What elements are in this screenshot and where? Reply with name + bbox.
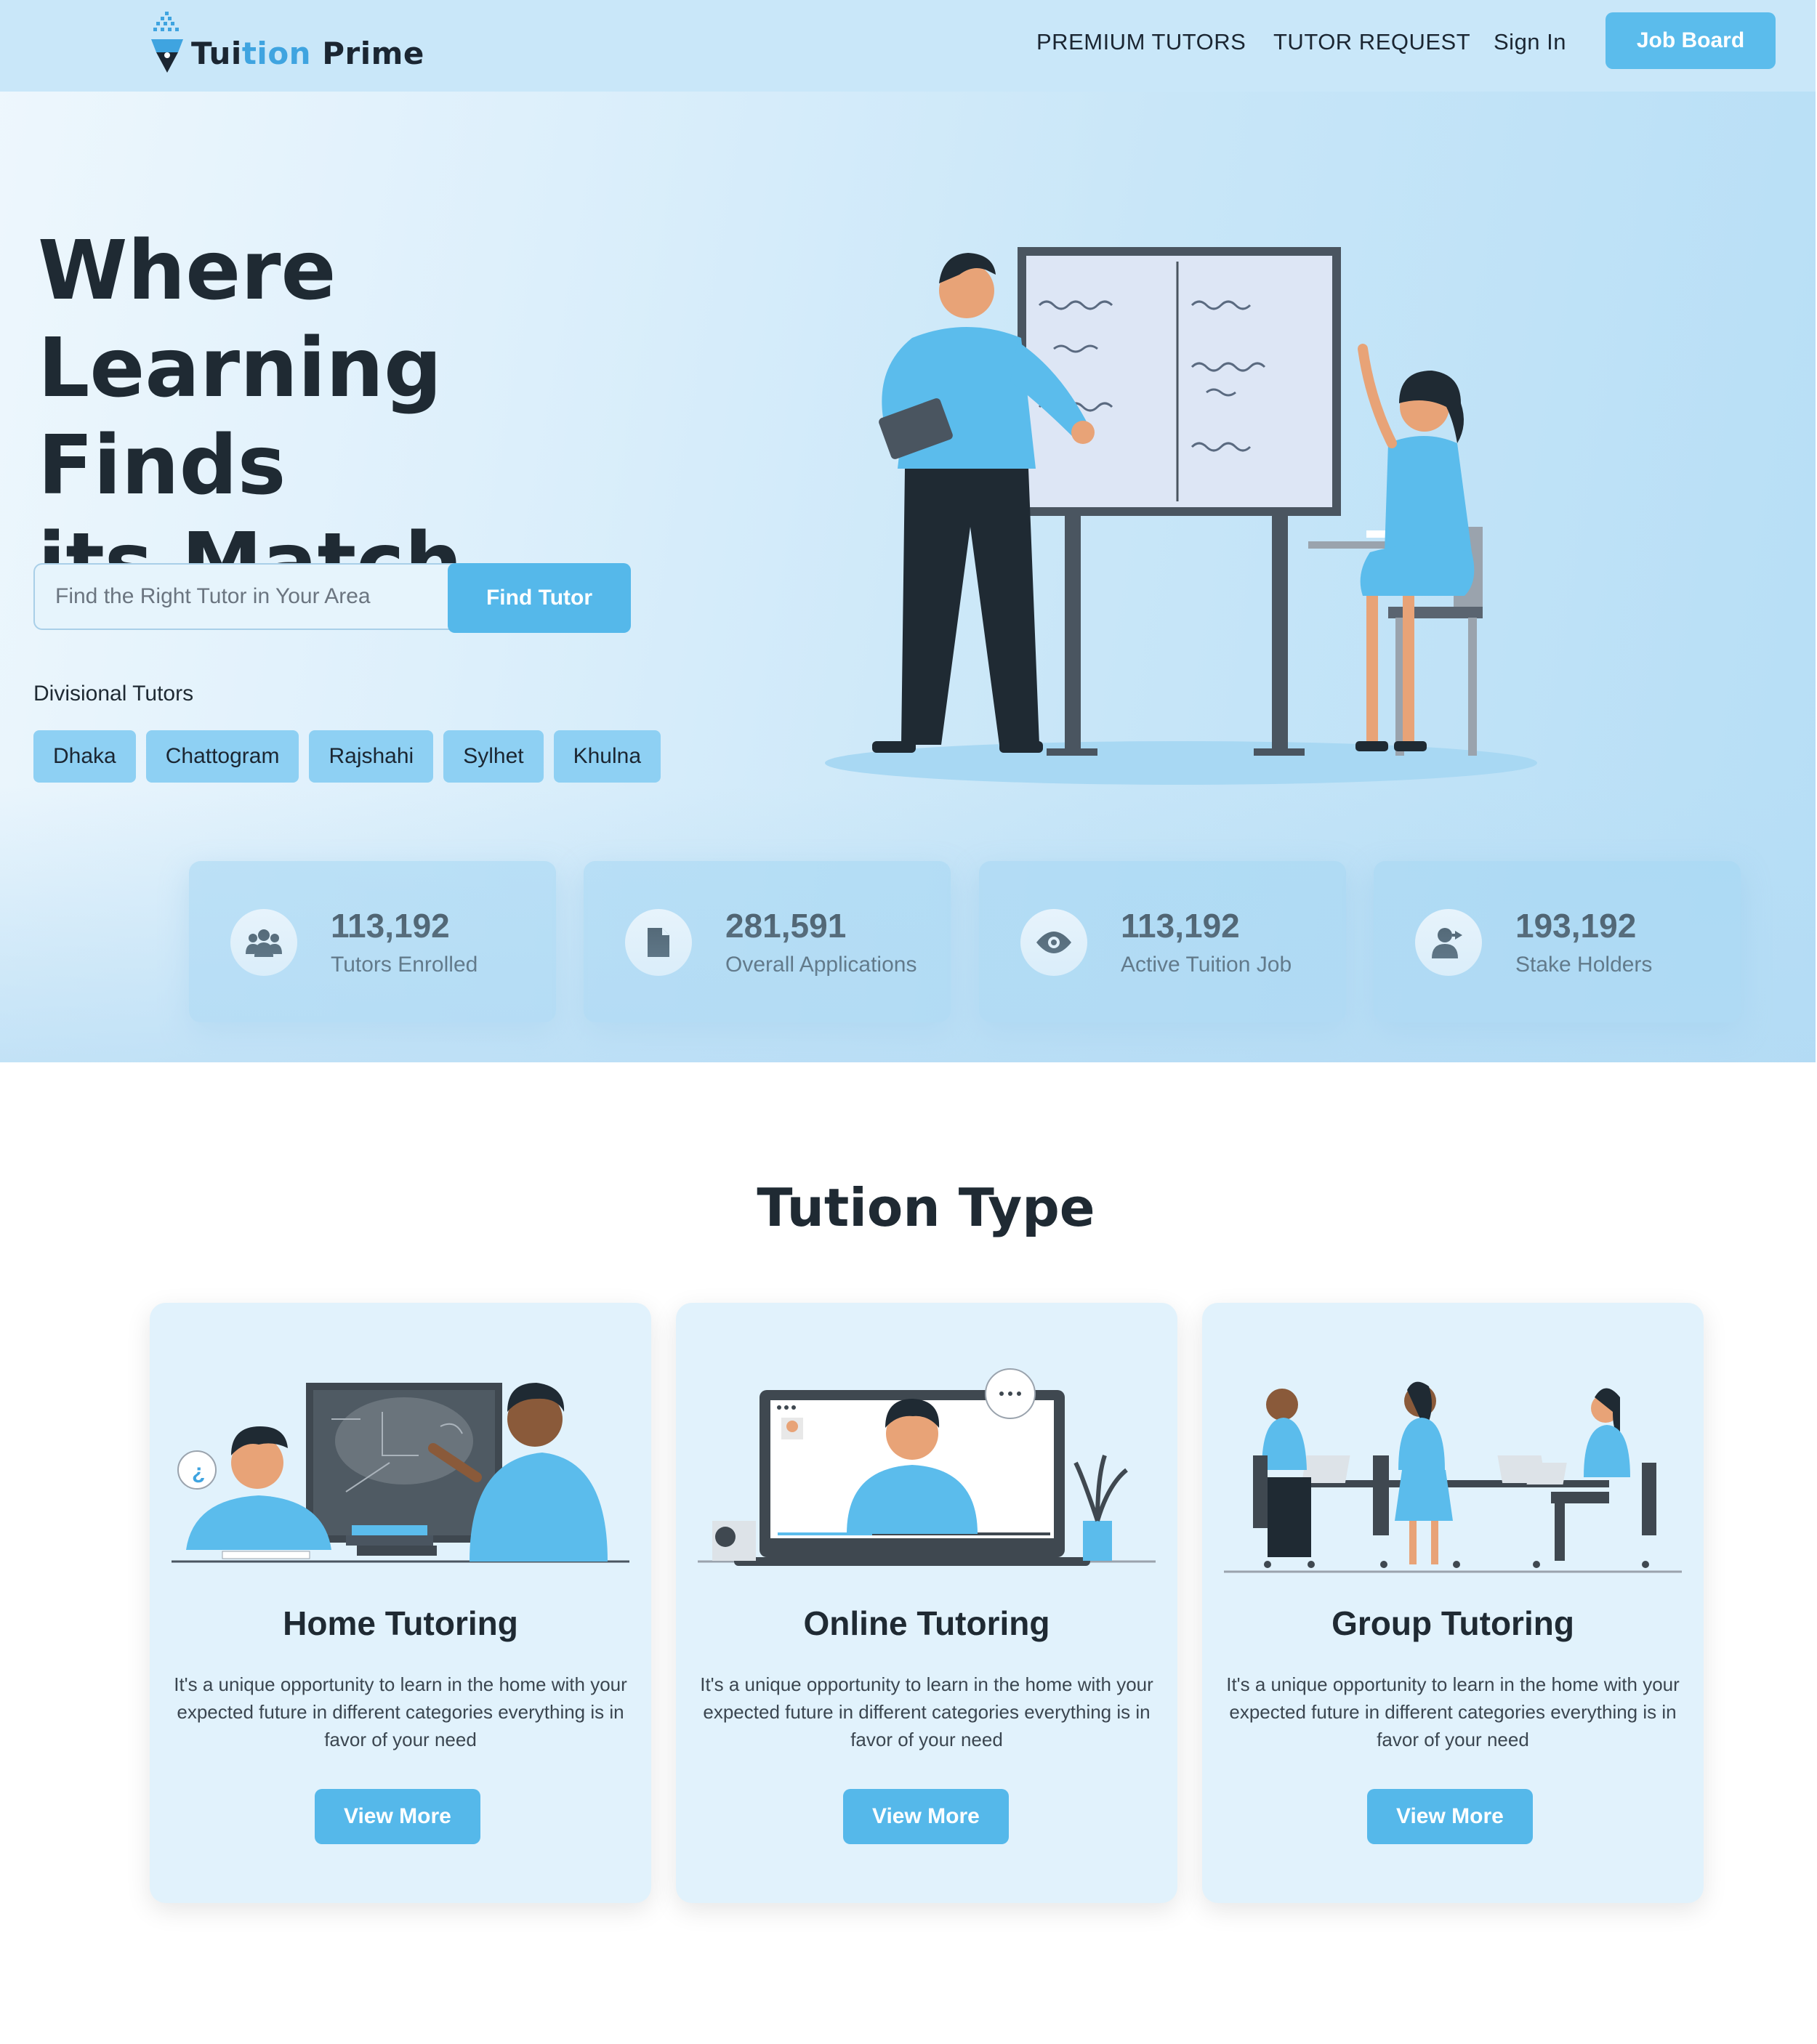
navbar: Tuition Prime PREMIUM TUTORS TUTOR REQUE… bbox=[0, 0, 1816, 92]
teacher-student-illustration bbox=[825, 247, 1537, 785]
division-chip-dhaka[interactable]: Dhaka bbox=[33, 730, 136, 783]
tuition-type-title: Tution Type bbox=[757, 1177, 1095, 1238]
nav-premium-tutors[interactable]: PREMIUM TUTORS bbox=[1036, 29, 1246, 55]
stat-card-active-tuition-job: 113,192 Active Tuition Job bbox=[979, 861, 1346, 1022]
stat-label: Active Tuition Job bbox=[1121, 953, 1292, 977]
stat-value: 113,192 bbox=[331, 907, 450, 945]
logo-icon bbox=[151, 12, 183, 73]
logo[interactable]: Tuition Prime bbox=[149, 10, 425, 76]
stat-label: Tutors Enrolled bbox=[331, 953, 478, 977]
view-more-button[interactable]: View More bbox=[315, 1789, 480, 1844]
stat-card-tutors-enrolled: 113,192 Tutors Enrolled bbox=[189, 861, 556, 1022]
hero-section: Tuition Prime PREMIUM TUTORS TUTOR REQUE… bbox=[0, 0, 1816, 1062]
division-chip-rajshahi[interactable]: Rajshahi bbox=[309, 730, 434, 783]
users-icon bbox=[230, 909, 297, 976]
nav-sign-in[interactable]: Sign In bbox=[1494, 29, 1566, 55]
user-share-icon bbox=[1415, 909, 1482, 976]
division-chip-chattogram[interactable]: Chattogram bbox=[145, 730, 299, 783]
division-chip-sylhet[interactable]: Sylhet bbox=[443, 730, 544, 783]
stat-value: 281,591 bbox=[725, 907, 847, 945]
search-input[interactable] bbox=[33, 563, 477, 630]
card-title: Group Tutoring bbox=[1331, 1604, 1574, 1642]
home-tutoring-illustration: ¿ bbox=[172, 1383, 629, 1563]
card-description: It's a unique opportunity to learn in th… bbox=[700, 1673, 1153, 1750]
card-title: Online Tutoring bbox=[803, 1604, 1050, 1642]
card-title: Home Tutoring bbox=[283, 1604, 518, 1642]
stat-card-overall-applications: 281,591 Overall Applications bbox=[584, 861, 951, 1022]
stat-value: 113,192 bbox=[1121, 907, 1240, 945]
svg-text:¿: ¿ bbox=[192, 1460, 205, 1484]
tutor-search: Find Tutor bbox=[33, 563, 631, 633]
stat-value: 193,192 bbox=[1515, 907, 1637, 945]
nav-tutor-request[interactable]: TUTOR REQUEST bbox=[1273, 29, 1470, 55]
card-home-tutoring: ¿ Home Tutoring It's a unique opportunit… bbox=[150, 1303, 651, 1903]
group-tutoring-illustration bbox=[1224, 1381, 1682, 1573]
stats-row: 113,192 Tutors Enrolled 281,591 Overall … bbox=[189, 861, 1741, 1022]
hero-headline: Where Learning Finds its Match bbox=[38, 222, 692, 612]
headline-line-2: Learning Finds bbox=[38, 321, 443, 513]
divisional-tutors-label: Divisional Tutors bbox=[33, 682, 194, 706]
tuition-type-cards: ¿ Home Tutoring It's a unique opportunit… bbox=[150, 1303, 1704, 1903]
division-chip-khulna[interactable]: Khulna bbox=[553, 730, 661, 783]
card-group-tutoring: Group Tutoring It's a unique opportunity… bbox=[1202, 1303, 1704, 1903]
headline-line-1: Where bbox=[38, 224, 337, 318]
stat-label: Stake Holders bbox=[1515, 953, 1653, 977]
card-description: It's a unique opportunity to learn in th… bbox=[174, 1673, 627, 1750]
find-tutor-button[interactable]: Find Tutor bbox=[448, 563, 631, 633]
card-online-tutoring: Online Tutoring It's a unique opportunit… bbox=[676, 1303, 1177, 1903]
stat-label: Overall Applications bbox=[725, 953, 917, 977]
online-tutoring-illustration bbox=[698, 1368, 1156, 1566]
division-chips: Dhaka Chattogram Rajshahi Sylhet Khulna bbox=[33, 730, 661, 783]
eye-icon bbox=[1020, 909, 1087, 976]
job-board-button[interactable]: Job Board bbox=[1606, 12, 1776, 69]
view-more-button[interactable]: View More bbox=[843, 1789, 1009, 1844]
stat-card-stake-holders: 193,192 Stake Holders bbox=[1374, 861, 1741, 1022]
logo-text: Tuition Prime bbox=[191, 36, 424, 71]
view-more-button[interactable]: View More bbox=[1367, 1789, 1533, 1844]
card-description: It's a unique opportunity to learn in th… bbox=[1226, 1673, 1680, 1750]
file-icon bbox=[625, 909, 692, 976]
